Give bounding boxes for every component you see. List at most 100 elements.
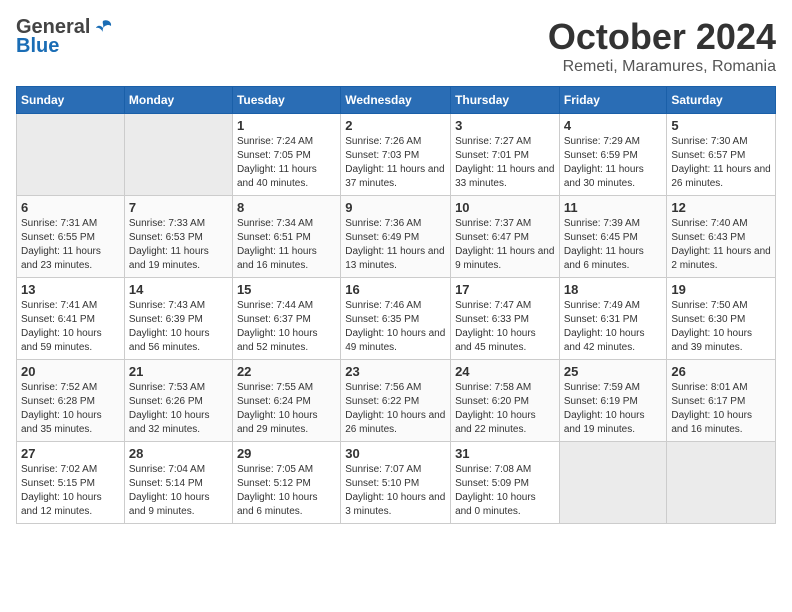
day-number: 26 [671, 364, 771, 379]
day-info: Sunrise: 7:55 AMSunset: 6:24 PMDaylight:… [237, 381, 336, 437]
day-number: 24 [455, 364, 555, 379]
day-info: Sunrise: 7:59 AMSunset: 6:19 PMDaylight:… [564, 381, 663, 437]
logo: General Blue [16, 16, 114, 58]
day-number: 9 [345, 200, 446, 215]
day-cell: 8Sunrise: 7:34 AMSunset: 6:51 PMDaylight… [232, 196, 340, 278]
day-cell: 26 Sunrise: 8:01 AMSunset: 6:17 PMDayligh… [667, 360, 776, 442]
day-number: 21 [129, 364, 228, 379]
day-info: Sunrise: 7:26 AMSunset: 7:03 PMDaylight:… [345, 135, 446, 191]
day-cell: 9 Sunrise: 7:36 AMSunset: 6:49 PMDaylight… [341, 196, 451, 278]
weekday-header-thursday: Thursday [451, 87, 560, 114]
day-info: Sunrise: 7:56 AMSunset: 6:22 PMDaylight:… [345, 381, 446, 437]
day-cell: 24 Sunrise: 7:58 AMSunset: 6:20 PMDayligh… [451, 360, 560, 442]
day-cell [559, 442, 667, 524]
day-info: Sunrise: 7:44 AMSunset: 6:37 PMDaylight:… [237, 299, 336, 355]
day-cell: 23 Sunrise: 7:56 AMSunset: 6:22 PMDayligh… [341, 360, 451, 442]
day-info: Sunrise: 7:36 AMSunset: 6:49 PMDaylight:… [345, 217, 446, 273]
day-info: Sunrise: 7:39 AMSunset: 6:45 PMDaylight:… [564, 217, 663, 273]
location-subtitle: Remeti, Maramures, Romania [548, 58, 776, 76]
day-number: 16 [345, 282, 446, 297]
calendar-table: SundayMondayTuesdayWednesdayThursdayFrid… [16, 86, 776, 524]
day-cell: 2 Sunrise: 7:26 AMSunset: 7:03 PMDaylight… [341, 114, 451, 196]
day-info: Sunrise: 7:37 AMSunset: 6:47 PMDaylight:… [455, 217, 555, 273]
week-row-1: 1Sunrise: 7:24 AMSunset: 7:05 PMDaylight… [17, 114, 776, 196]
day-info: Sunrise: 8:01 AMSunset: 6:17 PMDaylight:… [671, 381, 771, 437]
month-title: October 2024 [548, 16, 776, 58]
day-info: Sunrise: 7:52 AMSunset: 6:28 PMDaylight:… [21, 381, 120, 437]
day-number: 13 [21, 282, 120, 297]
day-info: Sunrise: 7:05 AMSunset: 5:12 PMDaylight:… [237, 463, 336, 519]
day-cell: 28 Sunrise: 7:04 AMSunset: 5:14 PMDayligh… [124, 442, 232, 524]
day-cell: 18 Sunrise: 7:49 AMSunset: 6:31 PMDayligh… [559, 278, 667, 360]
day-cell: 17 Sunrise: 7:47 AMSunset: 6:33 PMDayligh… [451, 278, 560, 360]
day-info: Sunrise: 7:53 AMSunset: 6:26 PMDaylight:… [129, 381, 228, 437]
day-info: Sunrise: 7:47 AMSunset: 6:33 PMDaylight:… [455, 299, 555, 355]
day-cell: 19Sunrise: 7:50 AMSunset: 6:30 PMDayligh… [667, 278, 776, 360]
day-info: Sunrise: 7:02 AMSunset: 5:15 PMDaylight:… [21, 463, 120, 519]
day-cell: 4 Sunrise: 7:29 AMSunset: 6:59 PMDaylight… [559, 114, 667, 196]
day-info: Sunrise: 7:34 AMSunset: 6:51 PMDaylight:… [237, 217, 336, 273]
day-info: Sunrise: 7:33 AMSunset: 6:53 PMDaylight:… [129, 217, 228, 273]
day-info: Sunrise: 7:43 AMSunset: 6:39 PMDaylight:… [129, 299, 228, 355]
weekday-header-tuesday: Tuesday [232, 87, 340, 114]
day-info: Sunrise: 7:07 AMSunset: 5:10 PMDaylight:… [345, 463, 446, 519]
day-info: Sunrise: 7:29 AMSunset: 6:59 PMDaylight:… [564, 135, 663, 191]
week-row-3: 13 Sunrise: 7:41 AMSunset: 6:41 PMDayligh… [17, 278, 776, 360]
day-number: 20 [21, 364, 120, 379]
day-info: Sunrise: 7:58 AMSunset: 6:20 PMDaylight:… [455, 381, 555, 437]
weekday-header-monday: Monday [124, 87, 232, 114]
day-number: 23 [345, 364, 446, 379]
day-cell: 15 Sunrise: 7:44 AMSunset: 6:37 PMDayligh… [232, 278, 340, 360]
day-info: Sunrise: 7:24 AMSunset: 7:05 PMDaylight:… [237, 135, 336, 191]
day-info: Sunrise: 7:50 AMSunset: 6:30 PMDaylight:… [671, 299, 771, 355]
day-cell: 7 Sunrise: 7:33 AMSunset: 6:53 PMDaylight… [124, 196, 232, 278]
day-cell: 21 Sunrise: 7:53 AMSunset: 6:26 PMDayligh… [124, 360, 232, 442]
day-number: 22 [237, 364, 336, 379]
logo-blue-text: Blue [16, 35, 59, 58]
weekday-header-saturday: Saturday [667, 87, 776, 114]
day-cell: 22 Sunrise: 7:55 AMSunset: 6:24 PMDayligh… [232, 360, 340, 442]
weekday-header-sunday: Sunday [17, 87, 125, 114]
day-cell: 29 Sunrise: 7:05 AMSunset: 5:12 PMDayligh… [232, 442, 340, 524]
day-number: 5 [671, 118, 771, 133]
day-number: 14 [129, 282, 228, 297]
day-number: 18 [564, 282, 663, 297]
day-cell: 20 Sunrise: 7:52 AMSunset: 6:28 PMDayligh… [17, 360, 125, 442]
day-cell: 14 Sunrise: 7:43 AMSunset: 6:39 PMDayligh… [124, 278, 232, 360]
day-cell [17, 114, 125, 196]
day-info: Sunrise: 7:40 AMSunset: 6:43 PMDaylight:… [671, 217, 771, 273]
day-cell: 1Sunrise: 7:24 AMSunset: 7:05 PMDaylight… [232, 114, 340, 196]
day-info: Sunrise: 7:27 AMSunset: 7:01 PMDaylight:… [455, 135, 555, 191]
day-cell: 16 Sunrise: 7:46 AMSunset: 6:35 PMDayligh… [341, 278, 451, 360]
day-cell: 5 Sunrise: 7:30 AMSunset: 6:57 PMDaylight… [667, 114, 776, 196]
header: General Blue October 2024 Remeti, Maramu… [16, 16, 776, 76]
day-cell: 27Sunrise: 7:02 AMSunset: 5:15 PMDayligh… [17, 442, 125, 524]
day-cell: 13 Sunrise: 7:41 AMSunset: 6:41 PMDayligh… [17, 278, 125, 360]
day-number: 4 [564, 118, 663, 133]
weekday-header-friday: Friday [559, 87, 667, 114]
day-cell: 3Sunrise: 7:27 AMSunset: 7:01 PMDaylight… [451, 114, 560, 196]
day-cell: 12 Sunrise: 7:40 AMSunset: 6:43 PMDayligh… [667, 196, 776, 278]
day-number: 12 [671, 200, 771, 215]
day-info: Sunrise: 7:49 AMSunset: 6:31 PMDaylight:… [564, 299, 663, 355]
title-section: October 2024 Remeti, Maramures, Romania [548, 16, 776, 76]
week-row-2: 6Sunrise: 7:31 AMSunset: 6:55 PMDaylight… [17, 196, 776, 278]
day-number: 2 [345, 118, 446, 133]
day-info: Sunrise: 7:04 AMSunset: 5:14 PMDaylight:… [129, 463, 228, 519]
day-cell: 10 Sunrise: 7:37 AMSunset: 6:47 PMDayligh… [451, 196, 560, 278]
day-number: 30 [345, 446, 446, 461]
weekday-header-wednesday: Wednesday [341, 87, 451, 114]
day-info: Sunrise: 7:46 AMSunset: 6:35 PMDaylight:… [345, 299, 446, 355]
day-info: Sunrise: 7:08 AMSunset: 5:09 PMDaylight:… [455, 463, 555, 519]
day-cell: 11Sunrise: 7:39 AMSunset: 6:45 PMDayligh… [559, 196, 667, 278]
day-number: 15 [237, 282, 336, 297]
day-number: 28 [129, 446, 228, 461]
day-number: 7 [129, 200, 228, 215]
day-info: Sunrise: 7:30 AMSunset: 6:57 PMDaylight:… [671, 135, 771, 191]
weekday-header-row: SundayMondayTuesdayWednesdayThursdayFrid… [17, 87, 776, 114]
day-number: 17 [455, 282, 555, 297]
day-number: 10 [455, 200, 555, 215]
day-number: 29 [237, 446, 336, 461]
day-info: Sunrise: 7:41 AMSunset: 6:41 PMDaylight:… [21, 299, 120, 355]
day-number: 31 [455, 446, 555, 461]
